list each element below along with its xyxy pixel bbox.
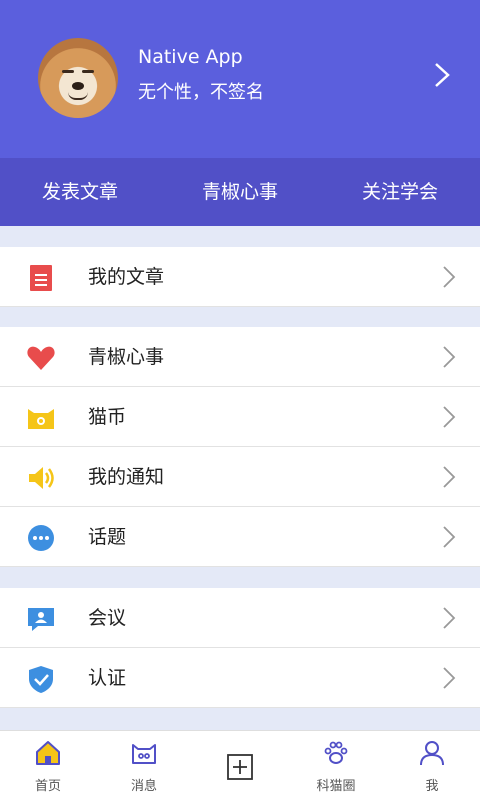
tab-label: 首页 (34, 779, 61, 794)
tab-kemao-circle[interactable]: 科猫圈 (288, 731, 384, 800)
menu-label: 猫币 (88, 406, 127, 428)
chevron-right-icon (443, 607, 456, 629)
chevron-right-icon (443, 406, 456, 428)
profile-header[interactable]: Native App 无个性，不签名 (0, 0, 480, 158)
tab-me[interactable]: 我 (384, 731, 480, 800)
chevron-right-icon[interactable] (430, 60, 454, 90)
heart-icon (27, 346, 55, 370)
add-icon (227, 754, 253, 780)
menu-item-cat-coin[interactable]: 猫币 (0, 387, 480, 447)
stats-bar: 发表文章 青椒心事 关注学会 (0, 158, 480, 226)
avatar (38, 38, 118, 118)
stat-publish-articles[interactable]: 发表文章 (0, 158, 160, 226)
menu-label: 青椒心事 (88, 346, 165, 368)
paw-icon (324, 741, 348, 764)
menu-label: 我的文章 (88, 266, 165, 288)
menu-item-my-notifications[interactable]: 我的通知 (0, 447, 480, 507)
bottom-tab-bar: 首页 消息 科猫圈 我 (0, 730, 480, 800)
tab-label: 科猫圈 (316, 779, 356, 794)
profile-signature: 无个性，不签名 (138, 82, 264, 103)
chevron-right-icon (443, 667, 456, 689)
chevron-right-icon (443, 466, 456, 488)
stat-followed-societies[interactable]: 关注学会 (320, 158, 480, 226)
message-cat-icon (132, 744, 156, 764)
profile-name: Native App (138, 46, 243, 68)
menu-label: 会议 (88, 607, 127, 629)
menu-label: 话题 (88, 526, 127, 548)
tab-home[interactable]: 首页 (0, 731, 96, 800)
chevron-right-icon (443, 266, 456, 288)
menu-item-my-articles[interactable]: 我的文章 (0, 247, 480, 307)
chevron-right-icon (443, 346, 456, 368)
menu-item-verification[interactable]: 认证 (0, 648, 480, 708)
chevron-right-icon (443, 526, 456, 548)
menu-label: 认证 (88, 667, 127, 689)
stat-qingjiao-thoughts[interactable]: 青椒心事 (160, 158, 320, 226)
shield-check-icon (29, 666, 53, 693)
tab-label: 我 (425, 779, 439, 794)
chat-bubble-icon (28, 525, 54, 551)
cat-coin-icon (28, 409, 54, 429)
menu-item-topics[interactable]: 话题 (0, 507, 480, 567)
menu-label: 我的通知 (88, 466, 165, 488)
home-icon (36, 741, 60, 765)
user-icon (420, 741, 444, 766)
tab-messages[interactable]: 消息 (96, 731, 192, 800)
tab-label: 消息 (130, 779, 157, 794)
speaker-icon (29, 467, 54, 489)
menu-item-meetings[interactable]: 会议 (0, 588, 480, 648)
tab-add[interactable] (192, 731, 288, 800)
menu-item-qingjiao-thoughts[interactable]: 青椒心事 (0, 327, 480, 387)
meeting-icon (28, 608, 54, 631)
document-icon (30, 265, 52, 291)
